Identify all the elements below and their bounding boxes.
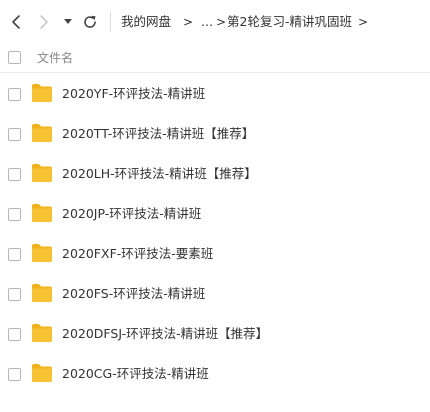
folder-icon	[32, 124, 52, 142]
file-row[interactable]: 2020FS-环评技法-精讲班	[0, 274, 430, 314]
breadcrumb-separator: >	[183, 15, 194, 29]
toolbar-divider	[110, 12, 111, 32]
refresh-button[interactable]	[80, 12, 100, 32]
breadcrumb-ellipsis[interactable]: ...	[201, 14, 213, 30]
file-name-text: 2020FS-环评技法-精讲班	[62, 286, 206, 301]
history-dropdown-button[interactable]	[62, 14, 74, 30]
file-name[interactable]: 2020JP-环评技法-精讲班	[62, 206, 201, 222]
breadcrumb-separator: >	[216, 15, 227, 29]
folder-icon	[32, 84, 52, 102]
breadcrumb-root[interactable]: 我的网盘	[121, 14, 171, 30]
toolbar: 我的网盘 > ... > 第2轮复习-精讲巩固班 >	[0, 0, 430, 44]
row-checkbox[interactable]	[8, 128, 21, 141]
chevron-left-icon	[12, 15, 20, 29]
folder-icon	[32, 164, 52, 182]
chevron-right-icon	[40, 15, 48, 29]
row-checkbox[interactable]	[8, 208, 21, 221]
file-name-text: 2020TT-环评技法-精讲班	[62, 126, 205, 141]
file-name[interactable]: 2020DFSJ-环评技法-精讲班【推荐】	[62, 326, 268, 342]
select-all-checkbox[interactable]	[8, 51, 21, 64]
file-name-text: 2020LH-环评技法-精讲班	[62, 166, 207, 181]
row-checkbox[interactable]	[8, 168, 21, 181]
column-header-filename[interactable]: 文件名	[37, 50, 73, 66]
file-name-text: 2020CG-环评技法-精讲班	[62, 366, 209, 381]
file-name[interactable]: 2020TT-环评技法-精讲班【推荐】	[62, 126, 254, 142]
refresh-icon	[84, 15, 96, 28]
recommend-tag: 【推荐】	[206, 166, 257, 181]
breadcrumb-current: 第2轮复习-精讲巩固班	[227, 14, 352, 29]
file-row[interactable]: 2020TT-环评技法-精讲班【推荐】	[0, 114, 430, 154]
file-name-text: 2020FXF-环评技法-要素班	[62, 246, 214, 261]
breadcrumb-separator[interactable]: >	[358, 14, 368, 30]
list-header: 文件名	[0, 44, 430, 73]
file-name-text: 2020JP-环评技法-精讲班	[62, 206, 202, 221]
folder-icon	[32, 204, 52, 222]
file-name[interactable]: 2020CG-环评技法-精讲班	[62, 366, 209, 382]
row-checkbox[interactable]	[8, 328, 21, 341]
recommend-tag: 【推荐】	[204, 126, 255, 141]
file-row[interactable]: 2020LH-环评技法-精讲班【推荐】	[0, 154, 430, 194]
row-checkbox[interactable]	[8, 368, 21, 381]
file-row[interactable]: 2020JP-环评技法-精讲班	[0, 194, 430, 234]
row-checkbox[interactable]	[8, 288, 21, 301]
file-name[interactable]: 2020LH-环评技法-精讲班【推荐】	[62, 166, 257, 182]
folder-icon	[32, 324, 52, 342]
row-checkbox[interactable]	[8, 248, 21, 261]
caret-down-icon	[64, 19, 72, 24]
folder-icon	[32, 284, 52, 302]
file-name-text: 2020YF-环评技法-精讲班	[62, 86, 206, 101]
file-name-text: 2020DFSJ-环评技法-精讲班	[62, 326, 219, 341]
file-row[interactable]: 2020YF-环评技法-精讲班	[0, 74, 430, 114]
file-name[interactable]: 2020FS-环评技法-精讲班	[62, 286, 205, 302]
row-checkbox[interactable]	[8, 88, 21, 101]
folder-icon	[32, 364, 52, 382]
forward-button[interactable]	[36, 12, 52, 32]
folder-icon	[32, 244, 52, 262]
recommend-tag: 【推荐】	[218, 326, 269, 341]
file-name[interactable]: 2020YF-环评技法-精讲班	[62, 86, 205, 102]
file-row[interactable]: 2020DFSJ-环评技法-精讲班【推荐】	[0, 314, 430, 354]
file-row[interactable]: 2020CG-环评技法-精讲班	[0, 354, 430, 394]
back-button[interactable]	[8, 12, 24, 32]
file-row[interactable]: 2020FXF-环评技法-要素班	[0, 234, 430, 274]
file-name[interactable]: 2020FXF-环评技法-要素班	[62, 246, 213, 262]
